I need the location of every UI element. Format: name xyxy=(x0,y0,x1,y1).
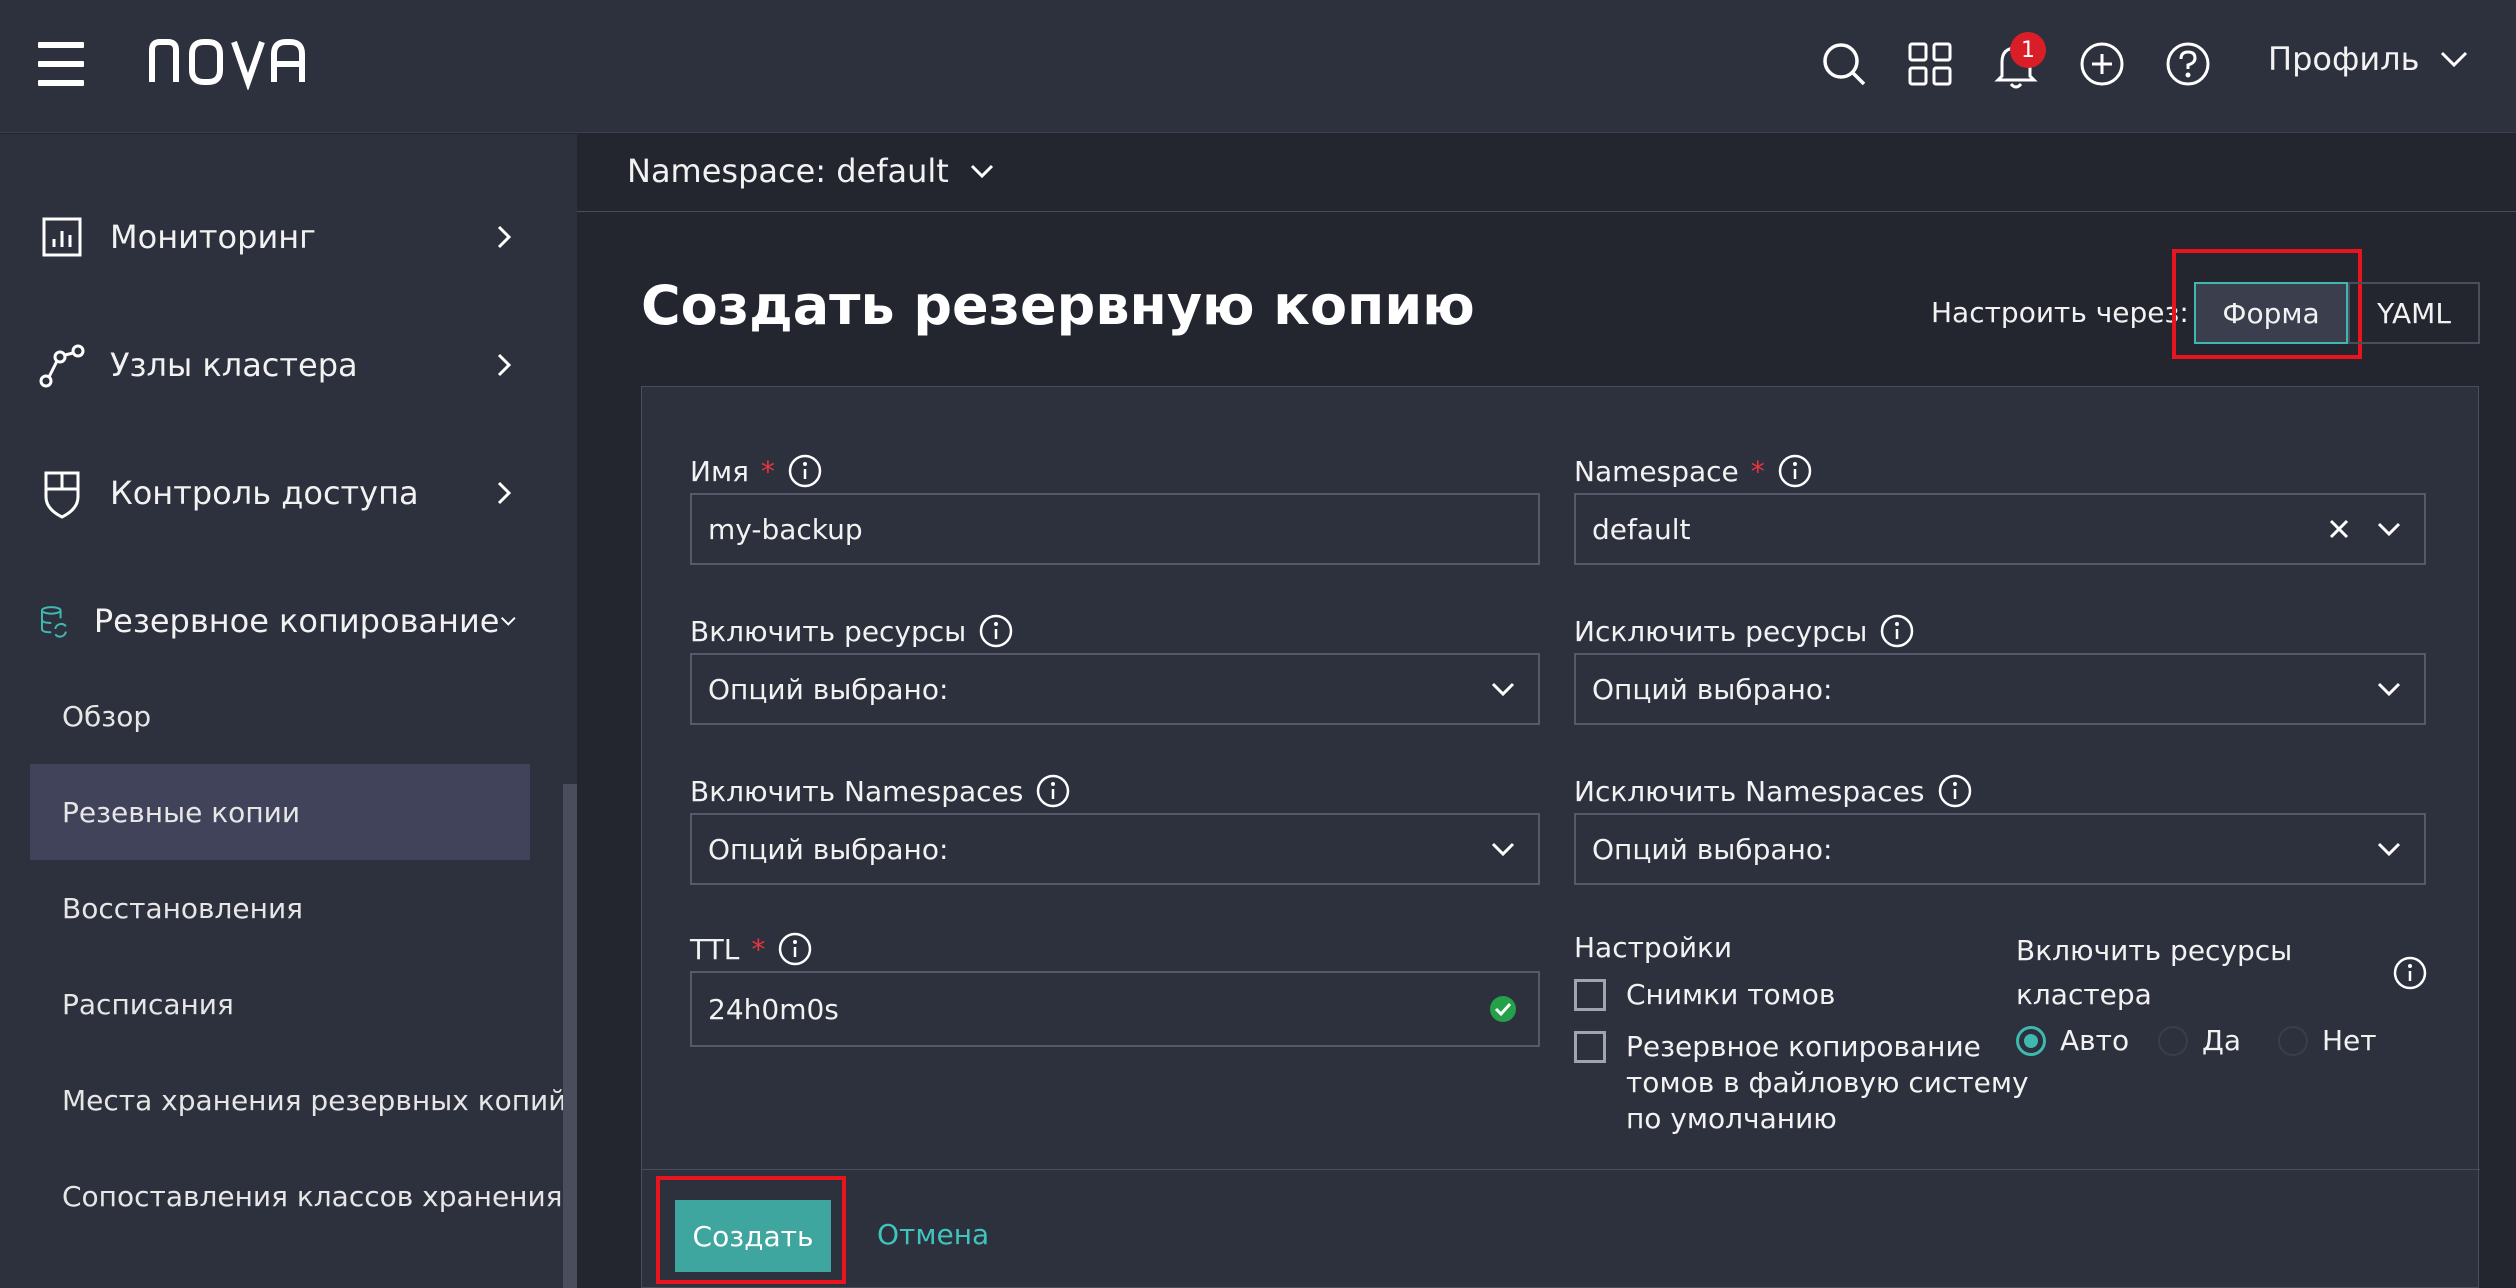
sidebar-subitem-restores[interactable]: Восстановления xyxy=(30,860,530,956)
chevron-down-icon xyxy=(501,616,517,626)
sidebar-subitem-schedules[interactable]: Расписания xyxy=(30,956,530,1052)
profile-menu[interactable]: Профиль xyxy=(2268,40,2469,78)
ttl-input[interactable]: 24h0m0s xyxy=(690,971,1540,1047)
mode-form-button[interactable]: Форма xyxy=(2194,282,2348,344)
mode-yaml-button[interactable]: YAML xyxy=(2348,282,2480,344)
chevron-down-icon xyxy=(2377,522,2401,537)
search-icon[interactable] xyxy=(1818,36,1870,92)
profile-label: Профиль xyxy=(2268,40,2420,78)
include-resources-label: Включить ресурсы xyxy=(690,613,1014,649)
chevron-down-icon xyxy=(1491,842,1515,857)
menu-icon[interactable] xyxy=(38,42,84,86)
sidebar-item-label: Резервное копирование xyxy=(93,602,500,640)
radio-no[interactable]: Нет xyxy=(2278,1024,2377,1057)
namespace-selector-label: Namespace: default xyxy=(627,152,949,190)
sidebar-item-label: Контроль доступа xyxy=(110,474,419,512)
namespace-label: Namespace * xyxy=(1574,453,1813,489)
radio-button[interactable] xyxy=(2016,1025,2046,1056)
sidebar-subitem-backups[interactable]: Резевные копии xyxy=(30,764,530,860)
info-icon[interactable] xyxy=(777,931,813,967)
checkbox[interactable] xyxy=(1574,979,1606,1011)
create-button[interactable]: Создать xyxy=(675,1200,831,1272)
radio-yes-label: Да xyxy=(2202,1024,2242,1057)
top-bar: 1 Профиль xyxy=(0,0,2516,133)
sidebar-item-monitoring[interactable]: Мониторинг xyxy=(38,202,518,272)
name-input[interactable]: my-backup xyxy=(690,493,1540,565)
clear-icon[interactable] xyxy=(2324,514,2354,544)
info-icon[interactable] xyxy=(978,613,1014,649)
fs-backup-checkbox[interactable]: Резервное копирование томов в файловую с… xyxy=(1574,1029,2029,1137)
sidebar: Мониторинг Узлы кластера Контроль доступ… xyxy=(0,134,577,1288)
exclude-namespaces-select[interactable]: Опций выбрано: xyxy=(1574,813,2426,885)
sidebar-item-cluster-nodes[interactable]: Узлы кластера xyxy=(38,330,518,400)
radio-no-label: Нет xyxy=(2322,1024,2377,1057)
name-label: Имя * xyxy=(690,453,823,489)
exclude-namespaces-label: Исключить Namespaces xyxy=(1574,773,1973,809)
sidebar-item-label: Мониторинг xyxy=(110,218,316,256)
chevron-right-icon xyxy=(497,225,512,249)
include-namespaces-label: Включить Namespaces xyxy=(690,773,1071,809)
checkbox[interactable] xyxy=(1574,1031,1606,1063)
info-icon[interactable] xyxy=(2392,955,2428,991)
chevron-right-icon xyxy=(497,481,512,505)
chevron-down-icon xyxy=(2377,682,2401,697)
cluster-resources-label: Включить ресурсы кластера xyxy=(2016,934,2293,1011)
sidebar-subitem-storage-class-mappings[interactable]: Сопоставления классов хранения xyxy=(30,1148,563,1244)
chevron-down-icon xyxy=(2377,842,2401,857)
exclude-resources-label: Исключить ресурсы xyxy=(1574,613,1915,649)
include-resources-select[interactable]: Опций выбрано: xyxy=(690,653,1540,725)
chart-icon xyxy=(42,217,82,257)
add-circle-icon[interactable] xyxy=(2076,36,2128,92)
namespace-selector[interactable]: Namespace: default xyxy=(627,152,995,190)
nova-logo[interactable] xyxy=(148,34,308,90)
namespace-select[interactable]: default xyxy=(1574,493,2426,565)
settings-label: Настройки xyxy=(1574,931,1733,964)
info-icon[interactable] xyxy=(1879,613,1915,649)
sidebar-scrollbar[interactable] xyxy=(563,784,577,1288)
sidebar-item-access-control[interactable]: Контроль доступа xyxy=(38,458,518,528)
main-content: Namespace: default Создать резервную коп… xyxy=(577,134,2516,1288)
database-sync-icon xyxy=(40,606,67,638)
chevron-right-icon xyxy=(497,353,512,377)
sidebar-subitem-overview[interactable]: Обзор xyxy=(30,668,530,764)
exclude-resources-select[interactable]: Опций выбрано: xyxy=(1574,653,2426,725)
sidebar-item-label: Узлы кластера xyxy=(110,346,358,384)
info-icon[interactable] xyxy=(1937,773,1973,809)
configure-via-label: Настроить через: xyxy=(1931,296,2189,329)
radio-auto-label: Авто xyxy=(2060,1024,2130,1057)
radio-yes[interactable]: Да xyxy=(2158,1024,2241,1057)
volume-snapshots-checkbox[interactable]: Снимки томов xyxy=(1574,977,1835,1013)
info-icon[interactable] xyxy=(787,453,823,489)
radio-button[interactable] xyxy=(2278,1025,2308,1056)
sidebar-item-backup[interactable]: Резервное копирование xyxy=(38,586,518,656)
page-title: Создать резервную копию xyxy=(641,274,1475,337)
nodes-icon xyxy=(39,344,85,388)
apps-grid-icon[interactable] xyxy=(1904,36,1956,92)
check-circle-icon xyxy=(1490,996,1516,1022)
chevron-down-icon xyxy=(2441,51,2468,68)
sidebar-subitem-backup-locations[interactable]: Места хранения резервных копий xyxy=(30,1052,566,1148)
volume-snapshots-label: Снимки томов xyxy=(1626,978,1836,1011)
info-icon[interactable] xyxy=(1777,453,1813,489)
radio-button[interactable] xyxy=(2158,1025,2188,1056)
form-footer-divider xyxy=(642,1169,2480,1170)
backup-form: Имя * my-backup Namespace * default Включи… xyxy=(641,386,2480,1288)
bell-icon[interactable]: 1 xyxy=(1990,32,2046,92)
notification-badge: 1 xyxy=(2010,32,2046,68)
include-namespaces-select[interactable]: Опций выбрано: xyxy=(690,813,1540,885)
shield-icon xyxy=(44,471,80,519)
info-icon[interactable] xyxy=(1035,773,1071,809)
radio-auto[interactable]: Авто xyxy=(2016,1024,2129,1057)
ttl-label: TTL * xyxy=(690,931,813,967)
fs-backup-label: Резервное копирование томов в файловую с… xyxy=(1626,1030,2029,1135)
chevron-down-icon xyxy=(1491,682,1515,697)
cancel-button[interactable]: Отмена xyxy=(877,1218,989,1251)
help-icon[interactable] xyxy=(2162,36,2214,92)
chevron-down-icon xyxy=(970,164,993,179)
namespace-bar: Namespace: default xyxy=(577,134,2516,212)
